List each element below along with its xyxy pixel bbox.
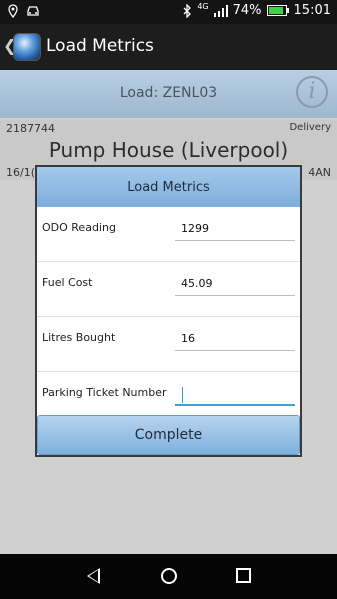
job-code: 4AN (308, 166, 331, 179)
status-left (8, 4, 40, 18)
load-header: Load: ZENL03 i (0, 70, 337, 118)
info-icon[interactable]: i (296, 76, 328, 108)
clock: 15:01 (293, 3, 331, 18)
action-bar: ❮ Load Metrics (0, 24, 337, 70)
complete-button[interactable]: Complete (37, 415, 300, 455)
signal-icon (213, 4, 228, 17)
location-icon (8, 4, 18, 18)
bluetooth-icon (183, 3, 192, 18)
battery-percent: 74% (232, 3, 262, 18)
status-bar: 4G 74% 15:01 (0, 0, 337, 24)
job-name: Pump House (Liverpool) (48, 138, 289, 162)
load-metrics-dialog: Load Metrics ODO Reading Fuel Cost Litre… (35, 165, 302, 457)
job-number: 2187744 (6, 122, 55, 135)
status-right: 4G 74% 15:01 (183, 2, 331, 18)
navigation-bar (0, 554, 337, 599)
odo-reading-row: ODO Reading (37, 207, 300, 262)
text-cursor (182, 387, 183, 403)
battery-icon (266, 5, 289, 16)
job-date: 16/1( (6, 166, 35, 179)
dialog-header: Load Metrics (37, 167, 300, 207)
dialog-title: Load Metrics (127, 180, 210, 195)
parking-ticket-input[interactable] (175, 382, 295, 406)
nav-home-icon[interactable] (161, 568, 177, 584)
job-type: Delivery (289, 122, 331, 133)
parking-ticket-label: Parking Ticket Number (42, 386, 167, 399)
fuel-cost-label: Fuel Cost (42, 276, 93, 289)
nav-back-icon[interactable] (87, 568, 100, 584)
odo-reading-label: ODO Reading (42, 221, 116, 234)
page-title: Load Metrics (46, 36, 154, 56)
litres-bought-label: Litres Bought (42, 331, 116, 344)
network-type: 4G (197, 2, 209, 11)
load-label: Load: ZENL03 (119, 85, 218, 101)
odo-reading-input[interactable] (175, 217, 295, 241)
car-icon (27, 6, 39, 16)
app-logo-icon[interactable] (13, 33, 41, 61)
litres-bought-input[interactable] (175, 327, 295, 351)
litres-bought-row: Litres Bought (37, 317, 300, 372)
nav-recents-icon[interactable] (236, 568, 251, 583)
fuel-cost-input[interactable] (175, 272, 295, 296)
fuel-cost-row: Fuel Cost (37, 262, 300, 317)
